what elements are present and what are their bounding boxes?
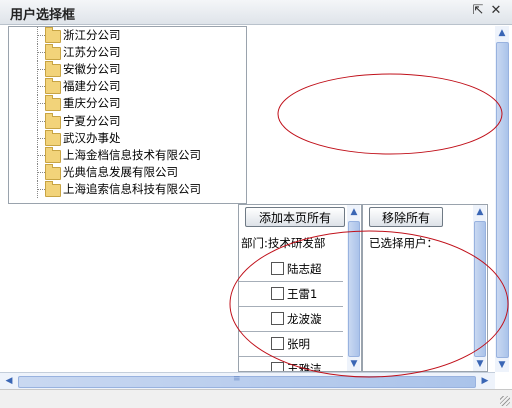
department-label: 部门:技术研发部 — [241, 236, 326, 250]
tree-connector — [31, 44, 45, 62]
selected-users-panel: 移除所有 已选择用户： ▲ ▼ — [362, 204, 488, 372]
folder-icon — [45, 27, 61, 43]
scroll-thumb[interactable] — [474, 221, 486, 357]
folder-icon — [45, 112, 61, 129]
scroll-right-icon[interactable]: ▶ — [478, 374, 492, 388]
annotation-ellipse-top — [277, 73, 503, 155]
scroll-down-icon[interactable]: ▼ — [347, 357, 361, 371]
user-name: 张明 — [287, 337, 310, 351]
restore-icon[interactable]: ⇱ — [470, 3, 486, 19]
tree-node-label: 重庆分公司 — [63, 96, 121, 111]
tree-node[interactable]: 安徽分公司 — [9, 61, 245, 79]
tree-node[interactable]: 江苏分公司 — [9, 44, 245, 62]
folder-icon — [45, 146, 61, 163]
title-bar: 用户选择框 ⇱ ✕ — [0, 0, 512, 25]
horizontal-scrollbar[interactable]: ◀ ≡ ▶ — [0, 372, 495, 390]
user-name: 陆志超 — [287, 262, 322, 276]
tree-node-label: 江苏分公司 — [63, 45, 121, 60]
folder-icon — [45, 163, 61, 180]
selected-scrollbar[interactable]: ▲ ▼ — [473, 205, 486, 371]
user-name: 王雅洁 — [287, 362, 322, 372]
folder-icon — [45, 95, 61, 112]
tree-node-label: 浙江分公司 — [63, 28, 121, 42]
folder-icon — [45, 129, 61, 146]
tree-node-label: 福建分公司 — [63, 79, 121, 94]
resize-grip-icon[interactable] — [500, 396, 510, 406]
window-title: 用户选择框 — [10, 8, 76, 23]
tree-connector — [31, 61, 45, 79]
scroll-down-icon[interactable]: ▼ — [495, 358, 509, 372]
selected-users-label: 已选择用户： — [369, 236, 438, 250]
tree-node-label: 武汉办事处 — [63, 130, 121, 145]
scroll-up-icon[interactable]: ▲ — [347, 205, 361, 219]
scroll-up-icon[interactable]: ▲ — [473, 205, 487, 219]
tree-connector — [31, 27, 45, 44]
status-bar — [0, 389, 512, 408]
tree-connector — [31, 146, 45, 164]
tree-node-label: 光典信息发展有限公司 — [63, 164, 178, 179]
tree-connector — [31, 180, 45, 198]
close-icon[interactable]: ✕ — [488, 3, 504, 19]
user-row[interactable]: 王雅洁 — [239, 357, 343, 372]
user-name: 王雷1 — [287, 287, 318, 301]
scroll-thumb[interactable] — [496, 42, 509, 358]
tree-node-label: 上海追索信息科技有限公司 — [63, 181, 201, 196]
user-checkbox[interactable] — [271, 262, 284, 275]
tree-connector — [31, 95, 45, 113]
tree-connector — [31, 112, 45, 130]
user-checkbox[interactable] — [271, 287, 284, 300]
tree-node[interactable]: 重庆分公司 — [9, 95, 245, 113]
tree-connector — [31, 129, 45, 147]
tree-node[interactable]: 武汉办事处 — [9, 129, 245, 147]
user-checkbox[interactable] — [271, 337, 284, 350]
main-vertical-scrollbar[interactable]: ▲ ▼ — [495, 26, 509, 372]
folder-icon — [45, 44, 61, 61]
tree-connector — [31, 78, 45, 96]
tree-node[interactable]: 福建分公司 — [9, 78, 245, 96]
scroll-down-icon[interactable]: ▼ — [473, 357, 487, 371]
tree-node[interactable]: 光典信息发展有限公司 — [9, 163, 245, 181]
candidate-users-panel: 添加本页所有 部门:技术研发部 陆志超王雷1 龙波漩张明王雅洁 ▲ ▼ — [238, 204, 362, 372]
tree-node-label: 安徽分公司 — [63, 62, 121, 77]
scroll-thumb[interactable]: ≡ — [18, 374, 476, 388]
user-checkbox[interactable] — [271, 312, 284, 325]
user-row[interactable]: 张明 — [239, 332, 343, 357]
folder-icon — [45, 61, 61, 78]
tree-node-label: 上海金档信息技术有限公司 — [63, 147, 201, 162]
candidate-scrollbar[interactable]: ▲ ▼ — [347, 205, 360, 371]
scroll-left-icon[interactable]: ◀ — [2, 374, 16, 388]
user-checkbox[interactable] — [271, 362, 284, 371]
tree-node[interactable]: 宁夏分公司 — [9, 112, 245, 130]
tree-connector — [31, 163, 45, 181]
folder-icon — [45, 180, 61, 197]
folder-icon — [45, 78, 61, 95]
tree-node[interactable]: 上海追索信息科技有限公司 — [9, 180, 245, 198]
add-all-on-page-button[interactable]: 添加本页所有 — [245, 207, 345, 227]
tree-node-label: 宁夏分公司 — [63, 113, 121, 128]
org-tree: 浙江分公司江苏分公司安徽分公司福建分公司重庆分公司宁夏分公司武汉办事处上海金档信… — [8, 26, 247, 204]
remove-all-button[interactable]: 移除所有 — [369, 207, 443, 227]
tree-node[interactable]: 上海金档信息技术有限公司 — [9, 146, 245, 164]
scroll-thumb[interactable] — [348, 221, 360, 357]
scroll-up-icon[interactable]: ▲ — [495, 26, 509, 40]
user-row[interactable]: 龙波漩 — [239, 307, 343, 332]
tree-node[interactable]: 浙江分公司 — [9, 27, 245, 44]
user-name: 龙波漩 — [287, 312, 322, 326]
user-row[interactable]: 陆志超 — [239, 257, 343, 282]
user-row[interactable]: 王雷1 — [239, 282, 343, 307]
grip-icon: ≡ — [233, 374, 241, 384]
